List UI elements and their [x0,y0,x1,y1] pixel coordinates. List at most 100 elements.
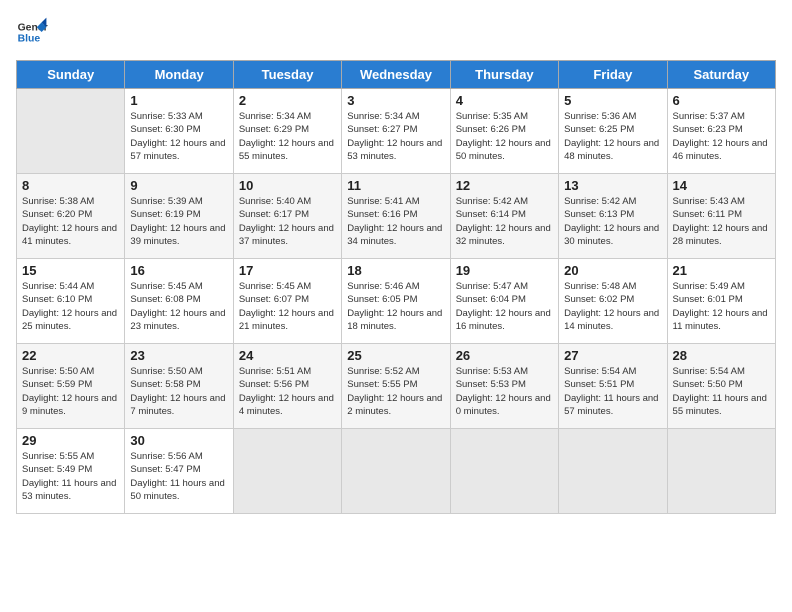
day-detail: Sunrise: 5:37 AMSunset: 6:23 PMDaylight:… [673,110,770,163]
day-detail: Sunrise: 5:50 AMSunset: 5:59 PMDaylight:… [22,365,119,418]
calendar-cell: 17 Sunrise: 5:45 AMSunset: 6:07 PMDayligh… [233,259,341,344]
weekday-header-saturday: Saturday [667,61,775,89]
calendar-cell: 2Sunrise: 5:34 AMSunset: 6:29 PMDaylight… [233,89,341,174]
calendar-week-3: 15 Sunrise: 5:44 AMSunset: 6:10 PMDayligh… [17,259,776,344]
calendar-week-4: 22 Sunrise: 5:50 AMSunset: 5:59 PMDayligh… [17,344,776,429]
weekday-header-tuesday: Tuesday [233,61,341,89]
day-number: 25 [347,348,444,363]
day-detail: Sunrise: 5:40 AMSunset: 6:17 PMDaylight:… [239,195,336,248]
day-number: 5 [564,93,661,108]
calendar-cell: 16 Sunrise: 5:45 AMSunset: 6:08 PMDayligh… [125,259,233,344]
day-detail: Sunrise: 5:36 AMSunset: 6:25 PMDaylight:… [564,110,661,163]
day-number: 14 [673,178,770,193]
day-detail: Sunrise: 5:56 AMSunset: 5:47 PMDaylight:… [130,450,227,503]
calendar-cell: 11 Sunrise: 5:41 AMSunset: 6:16 PMDayligh… [342,174,450,259]
day-number: 26 [456,348,553,363]
day-detail: Sunrise: 5:55 AMSunset: 5:49 PMDaylight:… [22,450,119,503]
day-number: 16 [130,263,227,278]
calendar-week-2: 8 Sunrise: 5:38 AMSunset: 6:20 PMDaylight… [17,174,776,259]
day-detail: Sunrise: 5:38 AMSunset: 6:20 PMDaylight:… [22,195,119,248]
calendar-cell: 21Sunrise: 5:49 AMSunset: 6:01 PMDayligh… [667,259,775,344]
calendar-cell [17,89,125,174]
weekday-header-sunday: Sunday [17,61,125,89]
day-number: 18 [347,263,444,278]
day-detail: Sunrise: 5:34 AMSunset: 6:27 PMDaylight:… [347,110,444,163]
calendar-cell: 20 Sunrise: 5:48 AMSunset: 6:02 PMDayligh… [559,259,667,344]
day-detail: Sunrise: 5:41 AMSunset: 6:16 PMDaylight:… [347,195,444,248]
day-number: 19 [456,263,553,278]
day-detail: Sunrise: 5:42 AMSunset: 6:13 PMDaylight:… [564,195,661,248]
day-detail: Sunrise: 5:54 AMSunset: 5:51 PMDaylight:… [564,365,661,418]
day-number: 8 [22,178,119,193]
calendar-cell: 28 Sunrise: 5:54 AMSunset: 5:50 PMDayligh… [667,344,775,429]
calendar-cell: 14 Sunrise: 5:43 AMSunset: 6:11 PMDayligh… [667,174,775,259]
day-detail: Sunrise: 5:33 AMSunset: 6:30 PMDaylight:… [130,110,227,163]
day-number: 21 [673,263,770,278]
day-detail: Sunrise: 5:35 AMSunset: 6:26 PMDaylight:… [456,110,553,163]
day-detail: Sunrise: 5:39 AMSunset: 6:19 PMDaylight:… [130,195,227,248]
calendar-cell: 30 Sunrise: 5:56 AMSunset: 5:47 PMDayligh… [125,429,233,514]
calendar-cell: 8 Sunrise: 5:38 AMSunset: 6:20 PMDaylight… [17,174,125,259]
day-number: 1 [130,93,227,108]
day-detail: Sunrise: 5:53 AMSunset: 5:53 PMDaylight:… [456,365,553,418]
calendar-cell: 23Sunrise: 5:50 AMSunset: 5:58 PMDayligh… [125,344,233,429]
day-number: 30 [130,433,227,448]
day-number: 22 [22,348,119,363]
calendar-cell: 26 Sunrise: 5:53 AMSunset: 5:53 PMDayligh… [450,344,558,429]
logo: General Blue [16,16,48,48]
day-detail: Sunrise: 5:51 AMSunset: 5:56 PMDaylight:… [239,365,336,418]
day-detail: Sunrise: 5:48 AMSunset: 6:02 PMDaylight:… [564,280,661,333]
day-number: 27 [564,348,661,363]
calendar-cell [667,429,775,514]
day-number: 12 [456,178,553,193]
day-number: 17 [239,263,336,278]
day-detail: Sunrise: 5:54 AMSunset: 5:50 PMDaylight:… [673,365,770,418]
calendar-cell [233,429,341,514]
day-number: 23 [130,348,227,363]
day-detail: Sunrise: 5:34 AMSunset: 6:29 PMDaylight:… [239,110,336,163]
day-number: 20 [564,263,661,278]
calendar-cell: 3 Sunrise: 5:34 AMSunset: 6:27 PMDaylight… [342,89,450,174]
calendar-cell: 13 Sunrise: 5:42 AMSunset: 6:13 PMDayligh… [559,174,667,259]
day-number: 3 [347,93,444,108]
weekday-header-thursday: Thursday [450,61,558,89]
calendar-cell: 27 Sunrise: 5:54 AMSunset: 5:51 PMDayligh… [559,344,667,429]
logo-icon: General Blue [16,16,48,48]
day-detail: Sunrise: 5:43 AMSunset: 6:11 PMDaylight:… [673,195,770,248]
day-detail: Sunrise: 5:45 AMSunset: 6:07 PMDaylight:… [239,280,336,333]
calendar-cell [559,429,667,514]
calendar-cell: 6 Sunrise: 5:37 AMSunset: 6:23 PMDaylight… [667,89,775,174]
calendar-week-5: 29 Sunrise: 5:55 AMSunset: 5:49 PMDayligh… [17,429,776,514]
calendar-cell: 12 Sunrise: 5:42 AMSunset: 6:14 PMDayligh… [450,174,558,259]
day-number: 15 [22,263,119,278]
day-number: 11 [347,178,444,193]
day-detail: Sunrise: 5:45 AMSunset: 6:08 PMDaylight:… [130,280,227,333]
calendar-cell: 10 Sunrise: 5:40 AMSunset: 6:17 PMDayligh… [233,174,341,259]
day-detail: Sunrise: 5:42 AMSunset: 6:14 PMDaylight:… [456,195,553,248]
calendar-cell [450,429,558,514]
calendar-cell: 15 Sunrise: 5:44 AMSunset: 6:10 PMDayligh… [17,259,125,344]
calendar-cell: 1 Sunrise: 5:33 AMSunset: 6:30 PMDaylight… [125,89,233,174]
calendar-cell: 9Sunrise: 5:39 AMSunset: 6:19 PMDaylight… [125,174,233,259]
calendar-cell: 5 Sunrise: 5:36 AMSunset: 6:25 PMDaylight… [559,89,667,174]
weekday-header-friday: Friday [559,61,667,89]
svg-text:Blue: Blue [18,34,41,45]
day-number: 6 [673,93,770,108]
day-number: 29 [22,433,119,448]
day-number: 4 [456,93,553,108]
calendar-cell [342,429,450,514]
day-number: 28 [673,348,770,363]
weekday-header-wednesday: Wednesday [342,61,450,89]
day-number: 13 [564,178,661,193]
calendar-cell: 25Sunrise: 5:52 AMSunset: 5:55 PMDayligh… [342,344,450,429]
calendar-cell: 4 Sunrise: 5:35 AMSunset: 6:26 PMDaylight… [450,89,558,174]
day-number: 24 [239,348,336,363]
calendar-cell: 22 Sunrise: 5:50 AMSunset: 5:59 PMDayligh… [17,344,125,429]
day-detail: Sunrise: 5:47 AMSunset: 6:04 PMDaylight:… [456,280,553,333]
day-number: 10 [239,178,336,193]
weekday-header-monday: Monday [125,61,233,89]
day-detail: Sunrise: 5:44 AMSunset: 6:10 PMDaylight:… [22,280,119,333]
calendar-cell: 19 Sunrise: 5:47 AMSunset: 6:04 PMDayligh… [450,259,558,344]
calendar-week-1: 1 Sunrise: 5:33 AMSunset: 6:30 PMDaylight… [17,89,776,174]
calendar-cell: 24 Sunrise: 5:51 AMSunset: 5:56 PMDayligh… [233,344,341,429]
